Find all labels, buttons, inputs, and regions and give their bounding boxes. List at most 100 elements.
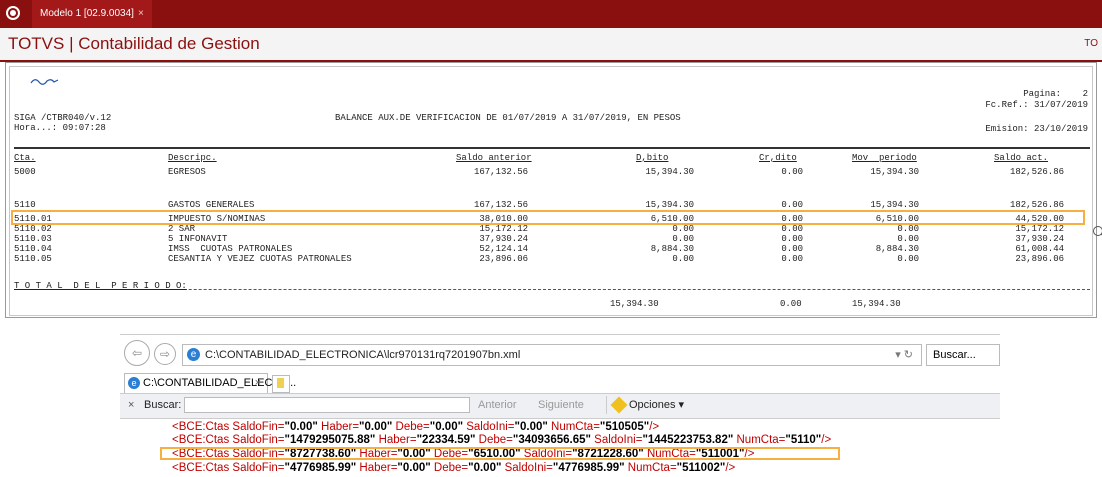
table-cell: 0.00 — [781, 254, 803, 264]
find-options-button[interactable]: Opciones ▾ — [606, 396, 684, 414]
table-cell: 8,884.30 — [875, 244, 919, 254]
table-cell: 182,526.86 — [1009, 200, 1064, 210]
table-cell: 0.00 — [672, 224, 694, 234]
table-cell: 0.00 — [781, 167, 803, 177]
totvs-logo-icon — [6, 6, 20, 20]
table-cell: 0.00 — [781, 224, 803, 234]
report-title: BALANCE AUX.DE VERIFICACION DE 01/07/201… — [335, 113, 681, 123]
tab-ie-icon: e — [128, 377, 140, 389]
total-credito: 0.00 — [780, 299, 802, 309]
find-input[interactable] — [184, 397, 470, 413]
highlight-xml-box — [160, 447, 840, 460]
total-mov: 15,394.30 — [852, 299, 901, 309]
table-cell: 0.00 — [781, 244, 803, 254]
tab-modelo-1[interactable]: Modelo 1 [02.9.0034] × — [32, 0, 152, 28]
browser-window: ⇦ ⇨ e C:\CONTABILIDAD_ELECTRONICA\lcr970… — [120, 334, 1000, 477]
table-cell: 0.00 — [781, 200, 803, 210]
table-cell: 5110.04 — [14, 244, 52, 254]
find-next-button[interactable]: Siguiente — [538, 399, 584, 411]
table-cell: 2 SAR — [168, 224, 196, 234]
find-close-icon[interactable]: × — [128, 399, 134, 411]
table-cell: 23,896.06 — [479, 254, 528, 264]
find-prev-button[interactable]: Anterior — [478, 399, 517, 411]
table-cell: 0.00 — [897, 224, 919, 234]
total-debito: 15,394.30 — [610, 299, 659, 309]
table-cell: 0.00 — [672, 254, 694, 264]
table-cell: CESANTIA Y VEJEZ CUOTAS PATRONALES — [168, 254, 352, 264]
tab-close-icon[interactable]: × — [138, 8, 144, 19]
col-saldo-anterior: Saldo anterior — [456, 153, 532, 163]
browser-nav-bar: ⇦ ⇨ e C:\CONTABILIDAD_ELECTRONICA\lcr970… — [120, 335, 1000, 371]
col-debito: D,bito — [636, 153, 669, 163]
signature-logo-icon — [30, 79, 59, 85]
back-icon[interactable]: ⇦ — [124, 340, 150, 366]
table-cell: 5000 — [14, 167, 36, 177]
table-cell: 15,394.30 — [870, 167, 919, 177]
tab-label: Modelo 1 [02.9.0034] — [40, 8, 134, 19]
total-label: T O T A L D E L P E R I O D O: — [14, 281, 187, 291]
options-label: Opciones ▾ — [629, 399, 685, 411]
address-text: C:\CONTABILIDAD_ELECTRONICA\lcr970131rq7… — [205, 349, 521, 361]
highlight-row-box — [11, 210, 1085, 225]
table-cell: 0.00 — [897, 234, 919, 244]
table-cell: 5110.03 — [14, 234, 52, 244]
app-title-bar: TOTVS | Contabilidad de Gestion TO — [0, 28, 1102, 62]
table-cell: 37,930.24 — [479, 234, 528, 244]
table-cell: 5 INFONAVIT — [168, 234, 228, 244]
table-cell: 15,394.30 — [645, 167, 694, 177]
table-cell: 0.00 — [897, 254, 919, 264]
app-title: TOTVS | Contabilidad de Gestion — [8, 34, 260, 53]
xml-content: <BCE:Ctas SaldoFin="0.00" Haber="0.00" D… — [120, 418, 1000, 477]
table-cell: 0.00 — [781, 234, 803, 244]
app-title-right: TO — [1084, 38, 1098, 49]
address-bar[interactable]: e C:\CONTABILIDAD_ELECTRONICA\lcr970131r… — [182, 344, 922, 366]
siga-version: SIGA /CTBR040/v.12 — [14, 113, 112, 123]
table-cell: IMSS CUOTAS PATRONALES — [168, 244, 293, 254]
table-cell: 15,172.12 — [1015, 224, 1064, 234]
xml-line: <BCE:Ctas SaldoFin="4776985.99" Haber="0… — [172, 462, 736, 474]
ref-date: Fc.Ref.: 31/07/2019 — [985, 100, 1088, 110]
col-saldo-act: Saldo act. — [994, 153, 1049, 163]
refresh-icon[interactable]: ▾ ↻ — [895, 345, 913, 365]
xml-line: <BCE:Ctas SaldoFin="1479295075.88" Haber… — [172, 434, 832, 446]
find-label: Buscar: — [144, 399, 182, 411]
table-cell: 52,124.14 — [479, 244, 528, 254]
page-number: Pagina: 2 — [1023, 89, 1088, 99]
table-cell: 15,172.12 — [479, 224, 528, 234]
col-credito: Cr,dito — [759, 153, 797, 163]
forward-icon[interactable]: ⇨ — [154, 343, 176, 365]
col-cta: Cta. — [14, 153, 36, 163]
options-pencil-icon — [610, 396, 628, 414]
table-cell: 15,394.30 — [645, 200, 694, 210]
browser-tab-strip: e C:\CONTABILIDAD_ELECTR... × — [120, 371, 1000, 393]
table-cell: 167,132.56 — [473, 167, 528, 177]
ie-icon: e — [187, 348, 200, 361]
report-page: Pagina: 2 Fc.Ref.: 31/07/2019 SIGA /CTBR… — [9, 66, 1093, 316]
browser-search-input[interactable]: Buscar... — [926, 344, 1000, 366]
table-cell: 167,132.56 — [473, 200, 528, 210]
table-cell: 0.00 — [672, 234, 694, 244]
top-tab-bar: Modelo 1 [02.9.0034] × — [0, 0, 1102, 28]
report-time: Hora...: 09:07:28 — [14, 123, 106, 133]
emission-date: Emision: 23/10/2019 — [985, 124, 1088, 134]
header-divider — [14, 147, 1090, 149]
table-cell: EGRESOS — [168, 167, 206, 177]
table-cell: 15,394.30 — [870, 200, 919, 210]
table-cell: 61,008.44 — [1015, 244, 1064, 254]
new-tab-icon[interactable] — [272, 375, 290, 393]
zoom-icon[interactable] — [1093, 226, 1102, 236]
table-cell: 5110 — [14, 200, 36, 210]
table-cell: 182,526.86 — [1009, 167, 1064, 177]
col-mov-periodo: Mov periodo — [852, 153, 917, 163]
table-cell: 23,896.06 — [1015, 254, 1064, 264]
report-viewer: Pagina: 2 Fc.Ref.: 31/07/2019 SIGA /CTBR… — [5, 62, 1097, 318]
table-cell: 5110.02 — [14, 224, 52, 234]
table-cell: GASTOS GENERALES — [168, 200, 255, 210]
col-descripc: Descripc. — [168, 153, 217, 163]
find-bar: × Buscar: Anterior Siguiente Opciones ▾ — [120, 393, 1000, 419]
table-cell: 8,884.30 — [650, 244, 694, 254]
browser-tab[interactable]: e C:\CONTABILIDAD_ELECTR... × — [124, 373, 296, 393]
browser-tab-close-icon[interactable]: × — [255, 374, 261, 392]
table-cell: 37,930.24 — [1015, 234, 1064, 244]
table-cell: 5110.05 — [14, 254, 52, 264]
